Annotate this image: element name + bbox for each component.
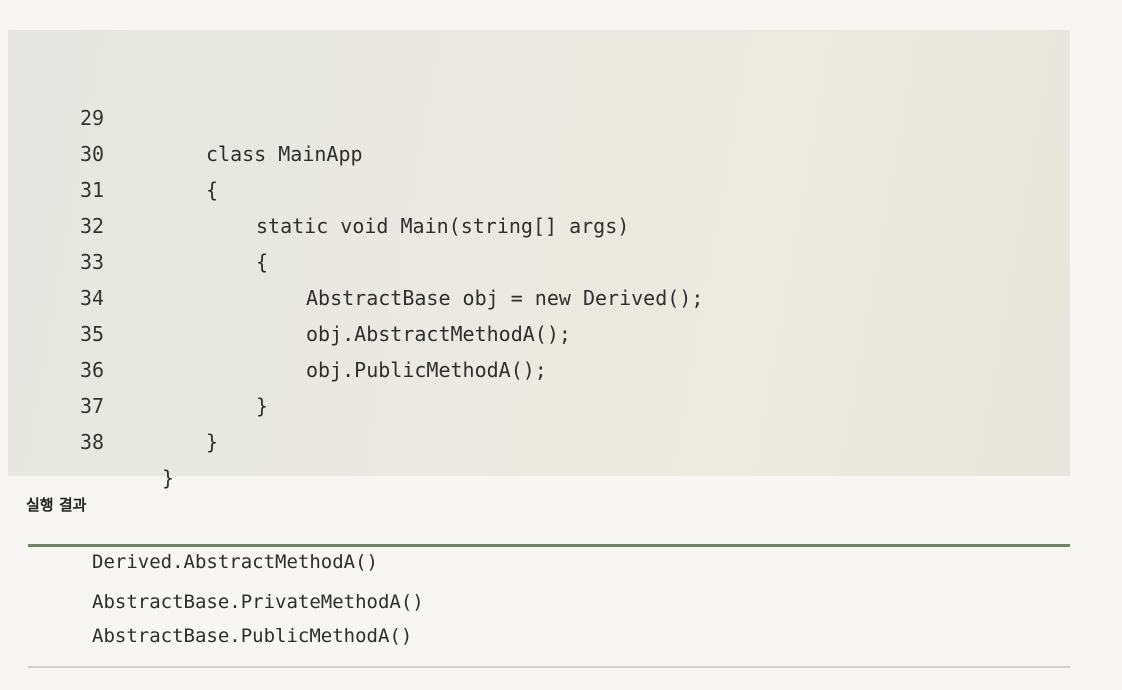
line-number: 36	[80, 358, 105, 382]
code-text: {	[206, 178, 219, 202]
code-line: 32 {	[8, 172, 268, 274]
code-line: 35 obj.PublicMethodA();	[8, 280, 547, 382]
code-line: 33 AbstractBase obj = new Derived();	[8, 208, 703, 310]
code-text: }	[206, 430, 219, 454]
code-line: 34 obj.AbstractMethodA();	[8, 244, 571, 346]
output-line: AbstractBase.PublicMethodA()	[92, 625, 413, 647]
line-number: 35	[80, 322, 105, 346]
line-number: 38	[80, 430, 105, 454]
code-text: static void Main(string[] args)	[256, 214, 630, 238]
code-line: 29 class MainApp	[8, 64, 363, 166]
code-line: 30 {	[8, 100, 218, 202]
code-line: 37 }	[8, 352, 218, 454]
output-line: AbstractBase.PrivateMethodA()	[92, 591, 424, 613]
line-number: 30	[80, 142, 105, 166]
code-listing: 29 class MainApp 30 { 31 static void Mai…	[8, 30, 1070, 490]
code-text: class MainApp	[206, 142, 363, 166]
line-number: 31	[80, 178, 105, 202]
code-text: obj.AbstractMethodA();	[306, 322, 571, 346]
code-text: obj.PublicMethodA();	[306, 358, 547, 382]
code-line: 36 }	[8, 316, 268, 418]
code-text: AbstractBase obj = new Derived();	[306, 286, 704, 310]
line-number: 34	[80, 286, 105, 310]
bottom-divider	[28, 666, 1070, 668]
code-text: }	[162, 466, 175, 490]
line-number: 32	[80, 214, 105, 238]
code-text: {	[256, 250, 269, 274]
output-line: Derived.AbstractMethodA()	[92, 551, 378, 573]
line-number: 37	[80, 394, 105, 418]
line-number: 33	[80, 250, 105, 274]
result-heading: 실행 결과	[26, 496, 87, 514]
code-line: 38 }	[8, 388, 174, 490]
line-number: 29	[80, 106, 105, 130]
code-line: 31 static void Main(string[] args)	[8, 136, 629, 238]
code-text: }	[256, 394, 269, 418]
